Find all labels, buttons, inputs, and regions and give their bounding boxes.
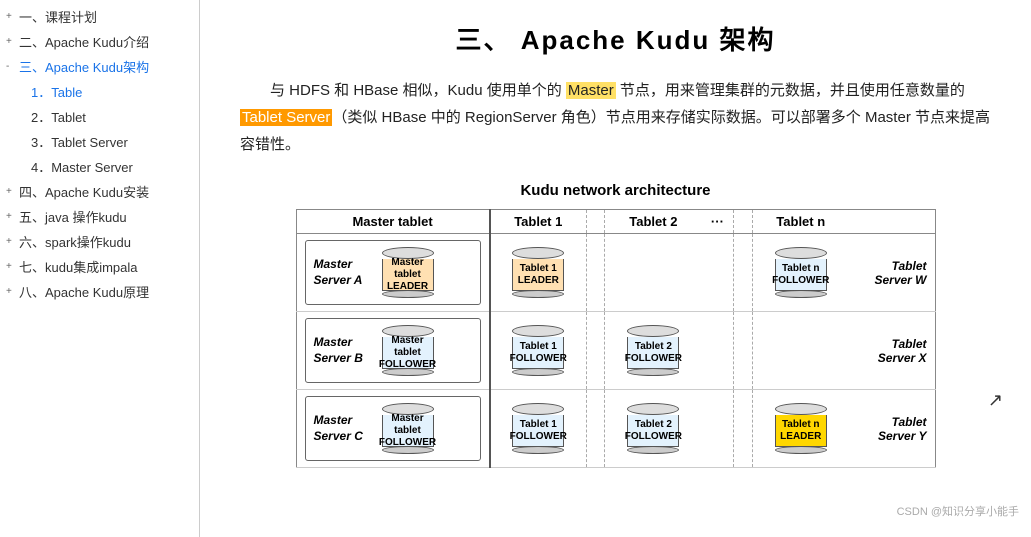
sidebar-item-label: 4．Master Server: [31, 157, 133, 176]
sidebar-item-item-kudu-intro[interactable]: +二、Apache Kudu介绍: [0, 29, 199, 54]
body-paragraph: 与 HDFS 和 HBase 相似，Kudu 使用单个的 Master 节点，用…: [240, 77, 991, 158]
expand-icon[interactable]: +: [6, 11, 16, 22]
header-dots: ···: [702, 210, 734, 234]
server-box-1: MasterServer B Master tabletFOLLOWER: [305, 318, 481, 383]
tablet1-cell-1: Tablet 1FOLLOWER: [490, 312, 587, 390]
master-server-cell-0: MasterServer A Master tabletLEADER: [296, 234, 490, 312]
sidebar-item-item-tablet-server[interactable]: 3．Tablet Server: [0, 129, 199, 154]
sidebar-item-label: 五、java 操作kudu: [19, 207, 127, 226]
master-server-label-0: MasterServer A: [314, 257, 374, 288]
main-content: 三、 Apache Kudu 架构 与 HDFS 和 HBase 相似，Kudu…: [200, 0, 1031, 537]
diagram-container: Kudu network architecture Master tabletT…: [240, 182, 991, 468]
tablet2-cell-2: Tablet 2FOLLOWER: [605, 390, 702, 468]
cylinder-leader: Tablet 1LEADER: [499, 247, 578, 298]
sidebar-item-label: 八、Apache Kudu原理: [19, 282, 149, 301]
cylinder-follower: Tablet 1FOLLOWER: [499, 325, 578, 376]
tablet-server-highlight: Tablet Server: [240, 109, 332, 126]
page-title: 三、 Apache Kudu 架构: [240, 20, 991, 57]
master-highlight: Master: [566, 82, 616, 99]
sidebar-item-label: 三、Apache Kudu架构: [19, 57, 149, 76]
sidebar-item-label: 3．Tablet Server: [31, 132, 128, 151]
sidebar-item-item-java-kudu[interactable]: +五、java 操作kudu: [0, 204, 199, 229]
dots-cell-2: [702, 390, 734, 468]
tablet-server-label-0: TabletServer W: [849, 234, 935, 312]
tabletn-cell-1: [752, 312, 849, 390]
server-box-0: MasterServer A Master tabletLEADER: [305, 240, 481, 305]
tablet-server-label-2: TabletServer Y: [849, 390, 935, 468]
cylinder-follower: Tablet 2FOLLOWER: [613, 403, 693, 454]
sidebar-item-item-spark-kudu[interactable]: +六、spark操作kudu: [0, 229, 199, 254]
master-server-label-1: MasterServer B: [314, 335, 374, 366]
sidebar-item-item-kudu-impala[interactable]: +七、kudu集成impala: [0, 254, 199, 279]
diagram-row-0: MasterServer A Master tabletLEADER Tablet …: [296, 234, 935, 312]
master-server-cell-1: MasterServer B Master tabletFOLLOWER: [296, 312, 490, 390]
sidebar-item-label: 1．Table: [31, 82, 82, 101]
dots-cell-1: [702, 312, 734, 390]
sidebar-item-item-tablet[interactable]: 2．Tablet: [0, 104, 199, 129]
cylinder-follower: Tablet nFOLLOWER: [761, 247, 841, 298]
master-server-cell-2: MasterServer C Master tabletFOLLOWER: [296, 390, 490, 468]
server-box-2: MasterServer C Master tabletFOLLOWER: [305, 396, 481, 461]
cylinder-follower: Master tabletFOLLOWER: [382, 325, 434, 376]
cylinder-follower: Tablet 2FOLLOWER: [613, 325, 693, 376]
tabletn-cell-2: Tablet nLEADER: [752, 390, 849, 468]
sidebar-item-item-master-server[interactable]: 4．Master Server: [0, 154, 199, 179]
sidebar: +一、课程计划+二、Apache Kudu介绍-三、Apache Kudu架构1…: [0, 0, 200, 537]
tabletn-cell-0: Tablet nFOLLOWER: [752, 234, 849, 312]
expand-icon[interactable]: +: [6, 261, 16, 272]
expand-icon[interactable]: +: [6, 211, 16, 222]
tablet2-cell-0: [605, 234, 702, 312]
header-tabletn: Tablet n: [752, 210, 849, 234]
sidebar-item-item-kudu-principle[interactable]: +八、Apache Kudu原理: [0, 279, 199, 304]
tablet1-cell-2: Tablet 1FOLLOWER: [490, 390, 587, 468]
tablet-server-label-1: TabletServer X: [849, 312, 935, 390]
header-server-col: [849, 210, 935, 234]
diagram-row-1: MasterServer B Master tabletFOLLOWER Table…: [296, 312, 935, 390]
expand-icon[interactable]: +: [6, 236, 16, 247]
sidebar-item-item-kecheng[interactable]: +一、课程计划: [0, 4, 199, 29]
sidebar-item-label: 二、Apache Kudu介绍: [19, 32, 149, 51]
sidebar-item-label: 2．Tablet: [31, 107, 86, 126]
cylinder-follower: Master tabletFOLLOWER: [382, 403, 434, 454]
cylinder-follower: Tablet 1FOLLOWER: [499, 403, 578, 454]
sidebar-item-label: 六、spark操作kudu: [19, 232, 131, 251]
sidebar-item-item-table[interactable]: 1．Table: [0, 79, 199, 104]
sidebar-item-label: 七、kudu集成impala: [19, 257, 138, 276]
expand-icon[interactable]: -: [6, 61, 16, 72]
sidebar-item-item-kudu-install[interactable]: +四、Apache Kudu安装: [0, 179, 199, 204]
expand-icon[interactable]: +: [6, 186, 16, 197]
sidebar-item-label: 四、Apache Kudu安装: [19, 182, 149, 201]
master-server-label-2: MasterServer C: [314, 413, 374, 444]
diagram: Master tabletTablet 1 Tablet 2··· Tablet n…: [296, 209, 936, 468]
sidebar-item-item-kudu-arch[interactable]: -三、Apache Kudu架构: [0, 54, 199, 79]
header-tablet2: Tablet 2: [605, 210, 702, 234]
diagram-title: Kudu network architecture: [520, 182, 710, 199]
cylinder-leader-gold: Tablet nLEADER: [761, 403, 841, 454]
header-tablet1: Tablet 1: [490, 210, 587, 234]
diagram-row-2: MasterServer C Master tabletFOLLOWER Table…: [296, 390, 935, 468]
expand-icon[interactable]: +: [6, 286, 16, 297]
tablet1-cell-0: Tablet 1LEADER: [490, 234, 587, 312]
cylinder-leader: Master tabletLEADER: [382, 247, 434, 298]
expand-icon[interactable]: +: [6, 36, 16, 47]
architecture-table: Master tabletTablet 1 Tablet 2··· Tablet n…: [296, 209, 936, 468]
dots-cell-0: [702, 234, 734, 312]
header-master-tablet: Master tablet: [296, 210, 490, 234]
sidebar-item-label: 一、课程计划: [19, 7, 97, 26]
tablet2-cell-1: Tablet 2FOLLOWER: [605, 312, 702, 390]
